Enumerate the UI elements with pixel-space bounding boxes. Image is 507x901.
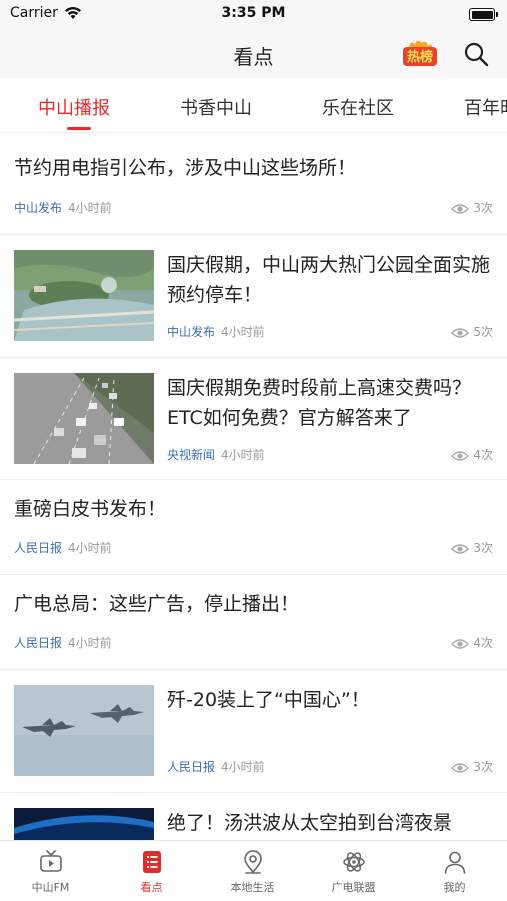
tab-kandian[interactable]: 看点: [101, 849, 202, 895]
news-time: 4小时前: [221, 760, 265, 774]
view-count: 4次: [451, 446, 493, 463]
news-meta: 中山发布 4小时前 3次: [14, 199, 493, 219]
tab-label: 本地生活: [230, 881, 275, 894]
eye-icon: [451, 327, 470, 338]
view-count-value: 4次: [473, 448, 493, 462]
eye-icon: [451, 543, 470, 554]
news-meta: 人民日报 4小时前 3次: [167, 758, 493, 778]
tv-play-icon: [39, 850, 62, 872]
news-list-icon: [142, 851, 161, 873]
view-count: 3次: [451, 199, 493, 216]
news-source[interactable]: 中山发布: [14, 201, 62, 215]
view-count: 4次: [451, 634, 493, 651]
atom-icon: [342, 852, 365, 872]
news-time: 4小时前: [68, 636, 112, 650]
tab-label: 中山FM: [31, 881, 70, 894]
tab-centennial[interactable]: 百年时: [464, 94, 507, 120]
news-item[interactable]: 国庆假期免费时段前上高速交费吗？ETC如何免费？官方解答来了 央视新闻 4小时前 …: [0, 358, 507, 480]
news-title[interactable]: 广电总局：这些广告，停止播出！: [14, 589, 493, 619]
news-item[interactable]: 国庆假期，中山两大热门公园全面实施预约停车！ 中山发布 4小时前 5次: [0, 235, 507, 358]
news-item[interactable]: 节约用电指引公布，涉及中山这些场所！ 中山发布 4小时前 3次: [0, 136, 507, 235]
view-count-value: 4次: [473, 636, 493, 650]
tab-community[interactable]: 乐在社区: [322, 94, 394, 120]
tab-broadcast-alliance[interactable]: 广电联盟: [303, 849, 404, 895]
status-bar: Carrier 3:35 PM: [0, 0, 507, 30]
search-icon[interactable]: [462, 40, 490, 68]
tab-label: 看点: [140, 881, 163, 894]
view-count-value: 3次: [473, 760, 493, 774]
news-time: 4小时前: [68, 201, 112, 215]
news-meta: 中山发布 4小时前 5次: [167, 323, 493, 343]
news-meta: 央视新闻 4小时前 4次: [167, 446, 493, 466]
news-source[interactable]: 人民日报: [14, 541, 62, 555]
news-item[interactable]: 广电总局：这些广告，停止播出！ 人民日报 4小时前 4次: [0, 575, 507, 670]
tab-zhongshan-news[interactable]: 中山播报: [38, 94, 110, 120]
view-count: 3次: [451, 539, 493, 556]
view-count: 5次: [451, 323, 493, 340]
view-count-value: 3次: [473, 201, 493, 215]
eye-icon: [451, 450, 470, 461]
battery-icon: [469, 8, 498, 21]
news-meta: 人民日报 4小时前 4次: [14, 634, 493, 654]
news-time: 4小时前: [221, 325, 265, 339]
active-tab-indicator: [67, 127, 91, 130]
news-source[interactable]: 央视新闻: [167, 448, 215, 462]
tab-mine[interactable]: 我的: [404, 849, 505, 895]
news-title[interactable]: 国庆假期，中山两大热门公园全面实施预约停车！: [167, 250, 493, 310]
view-count-value: 5次: [473, 325, 493, 339]
hot-list-label: 热榜: [407, 49, 433, 65]
news-source[interactable]: 人民日报: [167, 760, 215, 774]
earth-from-space-thumbnail: [14, 808, 154, 840]
category-tabs: 中山播报 书香中山 乐在社区 百年时: [0, 80, 507, 133]
news-title[interactable]: 节约用电指引公布，涉及中山这些场所！: [14, 153, 493, 183]
tab-label: 我的: [443, 881, 466, 894]
news-feed[interactable]: 节约用电指引公布，涉及中山这些场所！ 中山发布 4小时前 3次 国庆假期，中山两大…: [0, 136, 507, 840]
news-meta: 人民日报 4小时前 3次: [14, 539, 493, 559]
news-item[interactable]: 歼-20装上了“中国心”！ 人民日报 4小时前 3次: [0, 670, 507, 793]
news-title[interactable]: 绝了！汤洪波从太空拍到台湾夜景: [167, 808, 493, 838]
highway-traffic-thumbnail: [14, 373, 154, 464]
news-item[interactable]: 重磅白皮书发布！ 人民日报 4小时前 3次: [0, 480, 507, 575]
tab-reading-zhongshan[interactable]: 书香中山: [180, 94, 252, 120]
fighter-jets-thumbnail: [14, 685, 154, 776]
hot-list-badge[interactable]: 热榜: [401, 38, 439, 68]
location-pin-icon: [243, 850, 262, 874]
park-aerial-thumbnail: [14, 250, 154, 341]
tab-zhongshan-fm[interactable]: 中山FM: [0, 849, 101, 895]
bottom-tab-bar: 中山FM 看点 本地生活 广电联盟 我的: [0, 840, 507, 901]
news-source[interactable]: 人民日报: [14, 636, 62, 650]
news-item[interactable]: 绝了！汤洪波从太空拍到台湾夜景: [0, 793, 507, 840]
news-title[interactable]: 歼-20装上了“中国心”！: [167, 685, 493, 715]
news-time: 4小时前: [221, 448, 265, 462]
news-title[interactable]: 国庆假期免费时段前上高速交费吗？ETC如何免费？官方解答来了: [167, 373, 493, 433]
news-time: 4小时前: [68, 541, 112, 555]
eye-icon: [451, 203, 470, 214]
clock: 3:35 PM: [221, 5, 286, 21]
news-source[interactable]: 中山发布: [167, 325, 215, 339]
news-title[interactable]: 重磅白皮书发布！: [14, 494, 493, 524]
eye-icon: [451, 638, 470, 649]
view-count-value: 3次: [473, 541, 493, 555]
eye-icon: [451, 762, 470, 773]
view-count: 3次: [451, 758, 493, 775]
user-icon: [444, 851, 465, 874]
tab-local-life[interactable]: 本地生活: [202, 849, 303, 895]
top-nav-bar: 看点 热榜: [0, 30, 507, 78]
tab-label: 广电联盟: [331, 881, 376, 894]
